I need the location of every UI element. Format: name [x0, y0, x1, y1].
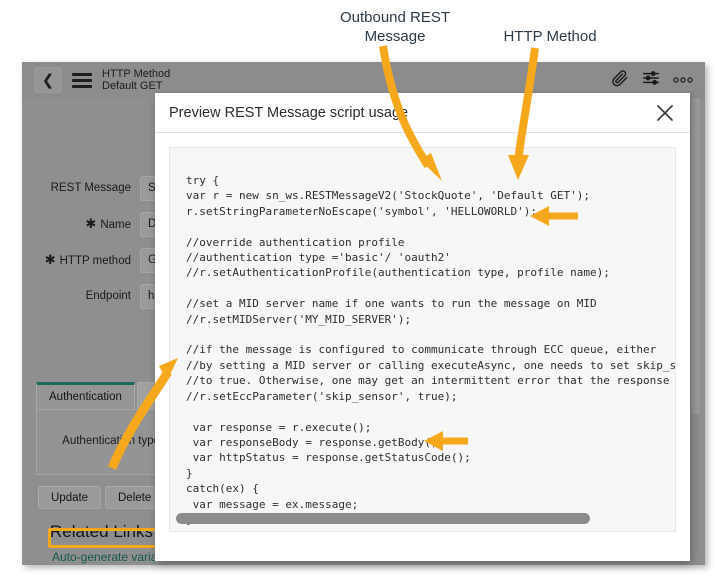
- header-actions: [611, 69, 705, 92]
- required-asterisk-icon: ✱: [44, 252, 56, 267]
- header-title-secondary: Default GET: [102, 80, 163, 92]
- form-label-http-method: ✱ HTTP method: [44, 252, 131, 267]
- header-title-primary: HTTP Method: [102, 68, 171, 80]
- scrollbar-thumb[interactable]: [176, 513, 591, 524]
- code-horizontal-scrollbar[interactable]: [176, 513, 669, 524]
- modal-header: Preview REST Message script usage: [155, 93, 690, 133]
- paperclip-icon[interactable]: [611, 69, 629, 92]
- modal-body: try { var r = new sn_ws.RESTMessageV2('S…: [155, 133, 690, 532]
- more-horizontal-icon[interactable]: [673, 71, 693, 89]
- tab-authentication[interactable]: Authentication: [36, 382, 135, 409]
- form-label-authentication-type: Authentication type: [62, 435, 160, 447]
- sliders-icon[interactable]: [642, 70, 660, 91]
- page-scrollbar[interactable]: [691, 98, 700, 414]
- script-preview-code: try { var r = new sn_ws.RESTMessageV2('S…: [186, 174, 676, 526]
- chevron-left-icon[interactable]: ❮: [34, 67, 62, 93]
- annotation-http-method: HTTP Method: [503, 28, 597, 45]
- annotation-outbound-rest-message: Outbound REST Message: [339, 9, 451, 45]
- header-title-block: HTTP Method Default GET: [102, 68, 170, 92]
- update-button[interactable]: Update: [38, 486, 102, 509]
- close-icon[interactable]: [654, 102, 676, 124]
- form-label-name: ✱ Name: [85, 216, 131, 231]
- preview-script-usage-modal: Preview REST Message script usage try { …: [155, 93, 690, 561]
- required-asterisk-icon: ✱: [85, 216, 97, 231]
- form-label-rest-message: REST Message: [50, 182, 131, 194]
- script-preview-box: try { var r = new sn_ws.RESTMessageV2('S…: [169, 147, 676, 532]
- screenshot-root: Outbound REST Message HTTP Method Variab…: [0, 0, 717, 586]
- modal-title: Preview REST Message script usage: [169, 104, 409, 121]
- related-links-heading: Related Links: [50, 522, 154, 541]
- hamburger-menu-icon[interactable]: [72, 72, 92, 88]
- form-label-endpoint: Endpoint: [85, 290, 131, 302]
